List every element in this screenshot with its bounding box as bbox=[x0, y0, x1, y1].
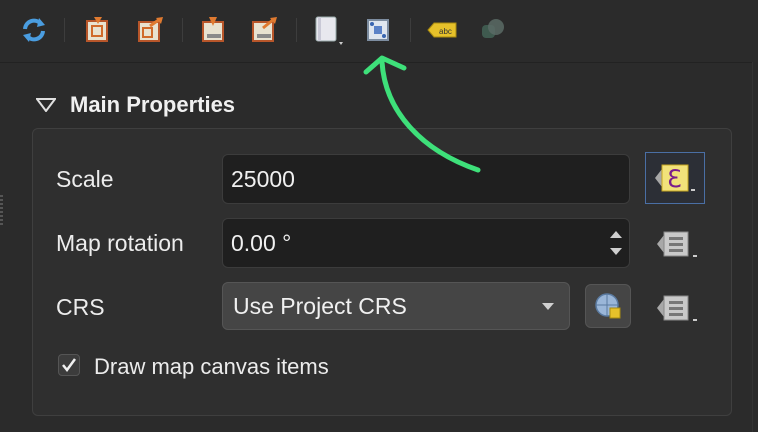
clipping-button[interactable] bbox=[474, 12, 510, 48]
spin-down-icon[interactable] bbox=[609, 247, 623, 256]
map-rotation-label: Map rotation bbox=[56, 230, 184, 256]
draw-canvas-items-label: Draw map canvas items bbox=[94, 354, 329, 379]
checkmark-icon bbox=[62, 358, 77, 373]
chevron-down-icon bbox=[542, 303, 554, 310]
crs-combobox[interactable]: Use Project CRS bbox=[222, 282, 570, 330]
scale-input[interactable]: 25000 bbox=[222, 154, 630, 204]
draw-canvas-items-checkbox[interactable] bbox=[58, 354, 80, 376]
map-rotation-spinbox[interactable]: 0.00 ° bbox=[222, 218, 630, 268]
interactive-extent-button[interactable] bbox=[360, 12, 396, 48]
spin-up-icon[interactable] bbox=[609, 230, 623, 239]
set-scale-from-canvas-button[interactable] bbox=[196, 12, 232, 48]
panel-divider bbox=[0, 62, 758, 63]
refresh-icon bbox=[23, 18, 45, 42]
clipping-icon bbox=[482, 19, 504, 38]
section-title: Main Properties bbox=[70, 92, 236, 117]
scale-value: 25000 bbox=[231, 165, 295, 192]
set-canvas-scale-button[interactable] bbox=[246, 12, 282, 48]
svg-text:abc: abc bbox=[439, 27, 452, 36]
view-extent-in-canvas-button[interactable] bbox=[132, 12, 168, 48]
scrollbar[interactable] bbox=[752, 62, 758, 432]
svg-text:ℇ: ℇ bbox=[667, 165, 682, 193]
set-extent-from-canvas-icon bbox=[86, 17, 108, 42]
select-crs-button[interactable] bbox=[585, 284, 631, 328]
scale-data-defined-button[interactable]: ℇ bbox=[645, 152, 705, 204]
crs-data-defined-button[interactable] bbox=[650, 286, 704, 330]
set-extent-from-canvas-button[interactable] bbox=[80, 12, 116, 48]
bookmark-button[interactable] bbox=[310, 12, 346, 48]
map-rotation-value: 0.00 ° bbox=[231, 229, 292, 256]
crs-label: CRS bbox=[56, 294, 105, 320]
dock-resize-handle[interactable] bbox=[0, 195, 3, 225]
toolbar: abc bbox=[0, 0, 758, 62]
scale-label: Scale bbox=[56, 166, 114, 192]
spin-arrows[interactable] bbox=[603, 219, 629, 267]
label-settings-icon: abc bbox=[427, 22, 457, 38]
label-settings-button[interactable]: abc bbox=[424, 12, 460, 48]
refresh-button[interactable] bbox=[16, 12, 52, 48]
view-extent-in-canvas-icon bbox=[138, 17, 163, 42]
crs-value: Use Project CRS bbox=[233, 292, 407, 319]
set-scale-from-canvas-icon bbox=[202, 17, 224, 42]
globe-settings-icon bbox=[595, 293, 621, 319]
bookmark-icon bbox=[315, 16, 343, 45]
section-header[interactable]: Main Properties bbox=[36, 88, 235, 122]
data-defined-icon bbox=[657, 295, 697, 321]
rotation-data-defined-button[interactable] bbox=[650, 222, 704, 266]
interactive-extent-icon bbox=[367, 19, 389, 41]
expression-epsilon-icon: ℇ bbox=[655, 164, 695, 193]
collapse-triangle-icon bbox=[36, 98, 56, 112]
set-canvas-scale-icon bbox=[252, 17, 277, 42]
data-defined-icon bbox=[657, 231, 697, 257]
